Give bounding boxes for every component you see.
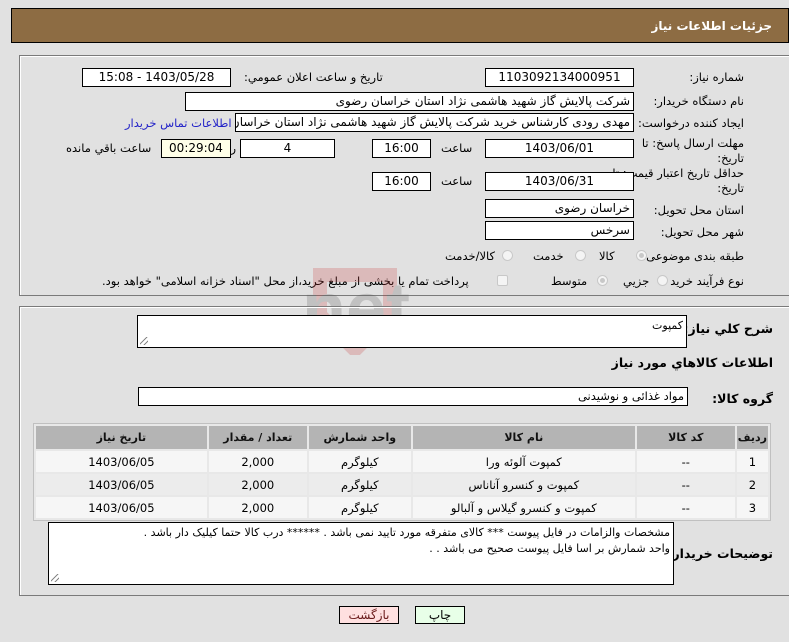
cell-row-number: 2: [736, 474, 768, 495]
cell-item-name: کمپوت و کنسرو آناناس: [412, 474, 635, 495]
col-header-unit: واحد شمارش: [308, 426, 411, 449]
items-heading: اطلاعات کالاهاي مورد نیاز: [611, 355, 773, 370]
delivery-province-field: خراسان رضوی: [485, 199, 634, 218]
requester-field: مهدی رودی کارشناس خرید شرکت پالایش گاز ش…: [235, 113, 634, 132]
cell-quantity: 2,000: [208, 451, 307, 472]
purchase-type-radio-minor[interactable]: [657, 275, 668, 286]
buyer-notes-line-1: مشخصات والزامات در فایل پیوست *** کالای …: [143, 526, 670, 539]
buyer-org-field: شرکت پالایش گاز شهید هاشمی نژاد استان خر…: [185, 92, 634, 111]
category-option-goods-service: کالا/خدمت: [445, 249, 496, 263]
cell-quantity: 2,000: [208, 474, 307, 495]
category-radio-goods[interactable]: [636, 250, 647, 261]
category-radio-service[interactable]: [575, 250, 586, 261]
price-validity-time-label: ساعت: [441, 174, 473, 188]
response-deadline-label: مهلت ارسال پاسخ: تا: [641, 136, 744, 150]
resize-grip-icon[interactable]: [140, 337, 148, 345]
category-label: طبقه بندی موضوعی:: [642, 249, 744, 263]
goods-group-field: مواد غذائی و نوشیدنی: [138, 387, 688, 406]
need-number-field: 1103092134000951: [485, 68, 634, 87]
remaining-time-field: 00:29:04: [161, 139, 231, 158]
response-deadline-date: 1403/06/01: [485, 139, 634, 158]
treasury-note: پرداخت تمام یا بخشی از مبلغ خرید،از محل …: [102, 274, 469, 288]
cell-unit: کیلوگرم: [308, 497, 411, 518]
general-desc-label: شرح کلي نیاز:: [683, 321, 773, 336]
cell-need-date: 1403/06/05: [36, 497, 207, 518]
table-row: 2 -- کمپوت و کنسرو آناناس کیلوگرم 2,000 …: [36, 474, 768, 495]
col-header-item-code: کد کالا: [636, 426, 735, 449]
buyer-contact-link[interactable]: اطلاعات تماس خریدار: [125, 116, 232, 130]
general-desc-field[interactable]: کمپوت: [137, 315, 687, 348]
category-option-goods: کالا: [599, 249, 615, 263]
delivery-city-field: سرخس: [485, 221, 634, 240]
buyer-notes-field[interactable]: مشخصات والزامات در فایل پیوست *** کالای …: [48, 522, 674, 585]
category-radio-goods-service[interactable]: [502, 250, 513, 261]
need-number-label: شماره نیاز:: [689, 70, 744, 84]
delivery-city-label: شهر محل تحویل:: [660, 225, 744, 239]
page-header: جزئیات اطلاعات نیاز: [11, 8, 789, 43]
col-header-row-number: ردیف: [736, 426, 768, 449]
general-desc-value: کمپوت: [652, 319, 683, 332]
delivery-province-label: استان محل تحویل:: [653, 203, 744, 217]
cell-need-date: 1403/06/05: [36, 451, 207, 472]
price-validity-label-2: تاریخ:: [717, 181, 744, 195]
items-table: ردیف کد کالا نام کالا واحد شمارش تعداد /…: [33, 423, 771, 521]
buyer-notes-line-2: واحد شمارش بر اسا فایل پیوست صحیح می باش…: [429, 542, 670, 555]
cell-item-code: --: [636, 497, 735, 518]
cell-unit: کیلوگرم: [308, 474, 411, 495]
price-validity-date: 1403/06/31: [485, 172, 634, 191]
purchase-type-option-minor: جزیي: [623, 274, 650, 288]
cell-need-date: 1403/06/05: [36, 474, 207, 495]
cell-item-name: کمپوت و کنسرو گیلاس و آلبالو: [412, 497, 635, 518]
col-header-need-date: تاریخ نیاز: [36, 426, 207, 449]
buyer-notes-label: توضیحات خریدار:: [667, 546, 773, 561]
col-header-quantity: تعداد / مقدار: [208, 426, 307, 449]
page-title: جزئیات اطلاعات نیاز: [651, 19, 772, 33]
cell-row-number: 3: [736, 497, 768, 518]
table-row: 3 -- کمپوت و کنسرو گیلاس و آلبالو کیلوگر…: [36, 497, 768, 518]
price-validity-time: 16:00: [372, 172, 431, 191]
cell-item-code: --: [636, 451, 735, 472]
response-time-label: ساعت: [441, 141, 473, 155]
category-option-service: خدمت: [533, 249, 564, 263]
cell-item-code: --: [636, 474, 735, 495]
requester-label: ایجاد کننده درخواست:: [638, 116, 744, 130]
response-deadline-time: 16:00: [372, 139, 431, 158]
cell-row-number: 1: [736, 451, 768, 472]
goods-group-label: گروه کالا:: [712, 391, 773, 406]
remaining-time-label: ساعت باقي مانده: [66, 141, 152, 155]
cell-quantity: 2,000: [208, 497, 307, 518]
announce-datetime-label: تاريخ و ساعت اعلان عمومي:: [244, 70, 383, 84]
buyer-org-label: نام دستگاه خریدار:: [653, 94, 744, 108]
purchase-type-label: نوع فرآیند خرید :: [662, 274, 744, 288]
table-row: 1 -- کمپوت آلوئه ورا کیلوگرم 2,000 1403/…: [36, 451, 768, 472]
print-button[interactable]: چاپ: [415, 606, 465, 624]
table-header-row: ردیف کد کالا نام کالا واحد شمارش تعداد /…: [36, 426, 768, 449]
response-deadline-label-2: تاریخ:: [717, 151, 744, 165]
treasury-checkbox[interactable]: [497, 275, 508, 286]
purchase-type-option-medium: متوسط: [551, 274, 588, 288]
col-header-item-name: نام کالا: [412, 426, 635, 449]
back-button[interactable]: بازگشت: [339, 606, 399, 624]
resize-grip-icon[interactable]: [51, 574, 59, 582]
purchase-type-radio-medium[interactable]: [597, 275, 608, 286]
cell-item-name: کمپوت آلوئه ورا: [412, 451, 635, 472]
cell-unit: کیلوگرم: [308, 451, 411, 472]
announce-datetime-field: 1403/05/28 - 15:08: [82, 68, 231, 87]
remaining-days-field: 4: [240, 139, 335, 158]
